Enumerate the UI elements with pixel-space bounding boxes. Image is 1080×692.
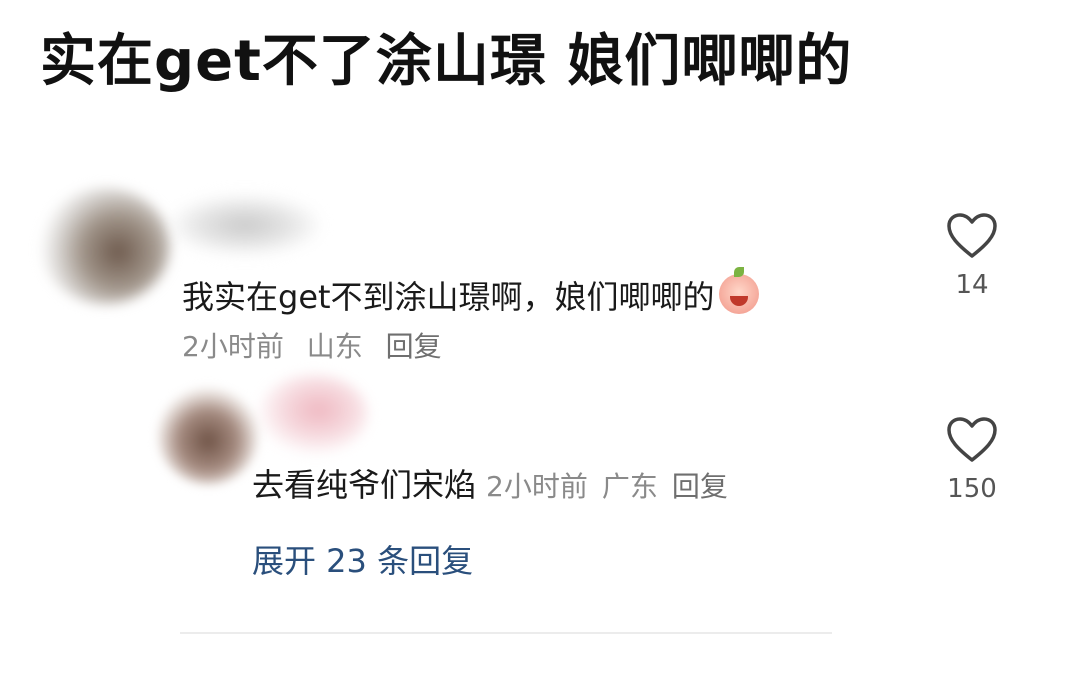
comment-location: 广东 — [601, 470, 658, 503]
reply-comment[interactable]: 去看纯爷们宋焰 2小时前 广东 回复 — [252, 466, 742, 504]
like-button[interactable]: 150 — [942, 416, 1002, 505]
comment-text[interactable]: 我实在get不到涂山璟啊，娘们唧唧的 — [182, 267, 759, 316]
avatar[interactable] — [40, 188, 170, 304]
reply-button[interactable]: 回复 — [672, 470, 728, 503]
avatar[interactable] — [158, 388, 258, 484]
comment-body: 去看纯爷们宋焰 — [252, 466, 477, 504]
comment-meta: 2小时前 山东 回复 — [182, 330, 456, 364]
comment-body: 我实在get不到涂山璟啊，娘们唧唧的 — [182, 278, 715, 316]
username[interactable] — [170, 195, 320, 255]
laughing-crying-face-icon — [718, 267, 759, 314]
comment-meta: 2小时前 广东 回复 — [486, 470, 742, 503]
divider — [180, 632, 832, 634]
reply-button[interactable]: 回复 — [386, 330, 442, 363]
heart-icon — [947, 417, 997, 462]
post-title: 实在get不了涂山璟 娘们唧唧的 — [40, 29, 853, 94]
username[interactable] — [258, 374, 368, 454]
comment-time: 2小时前 — [486, 470, 588, 503]
comment-time: 2小时前 — [182, 330, 284, 363]
like-button[interactable]: 14 — [942, 212, 1002, 301]
like-count: 14 — [955, 270, 989, 300]
heart-icon — [947, 213, 997, 258]
like-count: 150 — [947, 474, 997, 504]
comment-location: 山东 — [306, 330, 363, 363]
expand-replies-link[interactable]: 展开 23 条回复 — [252, 542, 473, 580]
